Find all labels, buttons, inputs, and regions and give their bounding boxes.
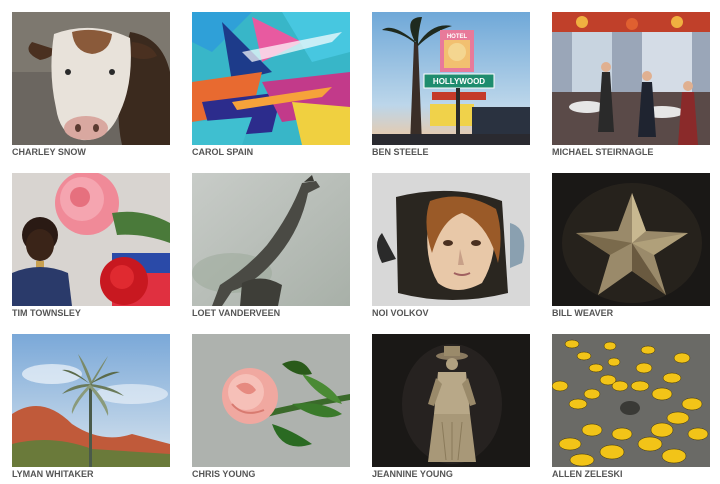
artist-name[interactable]: TIM TOWNSLEY (12, 308, 182, 318)
teapot-portrait-image (372, 173, 530, 306)
artist-grid: CHARLEY SNOW CAROL SPAIN HOTEL HOLLYWOOD… (0, 0, 720, 484)
artist-name[interactable]: ALLEN ZELESKI (552, 469, 720, 479)
artwork-thumbnail[interactable] (192, 173, 350, 306)
artwork-thumbnail[interactable] (12, 12, 170, 145)
artwork-thumbnail[interactable]: HOTEL HOLLYWOOD (372, 12, 530, 145)
artwork-thumbnail[interactable] (192, 334, 350, 467)
artwork-thumbnail[interactable] (372, 173, 530, 306)
wind-sculpture-image (12, 334, 170, 467)
artist-name[interactable]: CHARLEY SNOW (12, 147, 182, 157)
rose-painting-image (192, 334, 350, 467)
abstract-painting-image (192, 12, 350, 145)
cowgirl-sculpture-image (372, 334, 530, 467)
artist-name[interactable]: JEANNINE YOUNG (372, 469, 542, 479)
artwork-thumbnail[interactable] (552, 12, 710, 145)
hollywood-sign-text: HOLLYWOOD (433, 77, 485, 86)
star-sculpture-image (552, 173, 710, 306)
giraffe-sculpture-image (192, 173, 350, 306)
hollywood-sign-painting-image: HOTEL HOLLYWOOD (372, 12, 530, 145)
artist-name[interactable]: MICHAEL STEIRNAGLE (552, 147, 720, 157)
artist-name[interactable]: BEN STEELE (372, 147, 542, 157)
cafe-interior-painting-image (552, 12, 710, 145)
artwork-thumbnail[interactable] (552, 173, 710, 306)
artist-name[interactable]: BILL WEAVER (552, 308, 720, 318)
artwork-thumbnail[interactable] (12, 334, 170, 467)
artwork-thumbnail[interactable] (372, 334, 530, 467)
taxi-starburst-photo-image (552, 334, 710, 467)
cow-painting-image (12, 12, 170, 145)
artist-name[interactable]: CAROL SPAIN (192, 147, 362, 157)
artwork-thumbnail[interactable] (192, 12, 350, 145)
artwork-thumbnail[interactable] (12, 173, 170, 306)
artist-name[interactable]: NOI VOLKOV (372, 308, 542, 318)
artist-name[interactable]: LYMAN WHITAKER (12, 469, 182, 479)
hotel-sign-text: HOTEL (447, 34, 468, 40)
boy-with-roses-painting-image (12, 173, 170, 306)
artist-name[interactable]: LOET VANDERVEEN (192, 308, 362, 318)
artist-name[interactable]: CHRIS YOUNG (192, 469, 362, 479)
artwork-thumbnail[interactable] (552, 334, 710, 467)
